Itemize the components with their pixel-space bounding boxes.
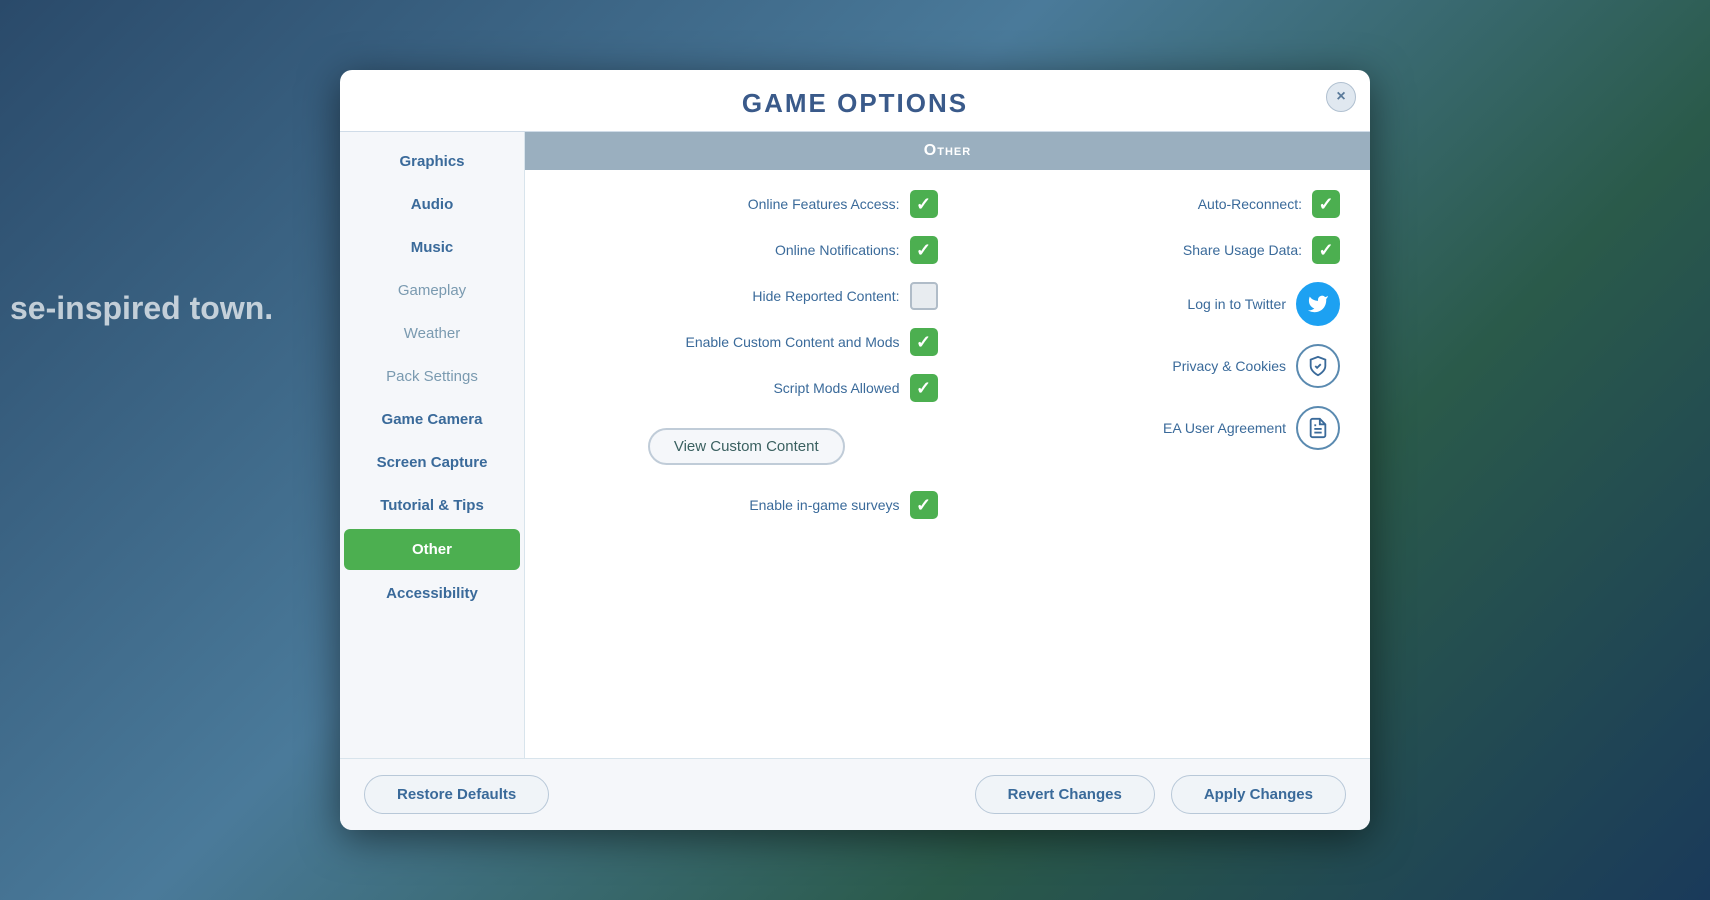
online-notifications-checkbox[interactable] (910, 236, 938, 264)
script-mods-label: Script Mods Allowed (773, 380, 899, 396)
enable-surveys-label: Enable in-game surveys (749, 497, 899, 513)
auto-reconnect-checkbox[interactable] (1312, 190, 1340, 218)
share-usage-checkbox[interactable] (1312, 236, 1340, 264)
content-header: Other (525, 132, 1370, 170)
game-options-modal: Game Options × Graphics Audio Music Game… (340, 70, 1370, 830)
apply-changes-button[interactable]: Apply Changes (1171, 775, 1346, 814)
enable-surveys-checkbox[interactable] (910, 491, 938, 519)
document-icon (1307, 417, 1329, 439)
online-notifications-label: Online Notifications: (775, 242, 900, 258)
enable-custom-mods-label: Enable Custom Content and Mods (685, 334, 899, 350)
log-twitter-label: Log in to Twitter (1187, 296, 1286, 312)
sidebar-item-pack-settings[interactable]: Pack Settings (344, 356, 520, 397)
option-row-online-features: Online Features Access: (555, 190, 938, 218)
option-row-enable-surveys: Enable in-game surveys (555, 491, 938, 519)
close-button[interactable]: × (1326, 82, 1356, 112)
sidebar-item-game-camera[interactable]: Game Camera (344, 399, 520, 440)
sidebar-item-weather[interactable]: Weather (344, 313, 520, 354)
modal-title: Game Options (742, 88, 968, 118)
footer-right-buttons: Revert Changes Apply Changes (975, 775, 1346, 814)
option-row-log-twitter: Log in to Twitter (958, 282, 1341, 326)
modal-overlay: Game Options × Graphics Audio Music Game… (0, 0, 1710, 900)
option-row-hide-reported: Hide Reported Content: (555, 282, 938, 310)
sidebar-item-audio[interactable]: Audio (344, 184, 520, 225)
option-row-auto-reconnect: Auto-Reconnect: (958, 190, 1341, 218)
script-mods-checkbox[interactable] (910, 374, 938, 402)
online-features-checkbox[interactable] (910, 190, 938, 218)
online-features-label: Online Features Access: (748, 196, 900, 212)
option-row-script-mods: Script Mods Allowed (555, 374, 938, 402)
enable-custom-mods-checkbox[interactable] (910, 328, 938, 356)
option-row-enable-custom-mods: Enable Custom Content and Mods (555, 328, 938, 356)
content-body: Online Features Access: Online Notificat… (525, 170, 1370, 758)
left-column: Online Features Access: Online Notificat… (555, 190, 938, 738)
share-usage-label: Share Usage Data: (1183, 242, 1302, 258)
privacy-cookies-label: Privacy & Cookies (1172, 358, 1286, 374)
sidebar-item-screen-capture[interactable]: Screen Capture (344, 442, 520, 483)
sidebar: Graphics Audio Music Gameplay Weather Pa… (340, 132, 525, 758)
option-row-online-notifications: Online Notifications: (555, 236, 938, 264)
twitter-button[interactable] (1296, 282, 1340, 326)
restore-defaults-button[interactable]: Restore Defaults (364, 775, 549, 814)
ea-agreement-button[interactable] (1296, 406, 1340, 450)
ea-agreement-label: EA User Agreement (1163, 420, 1286, 436)
revert-changes-button[interactable]: Revert Changes (975, 775, 1155, 814)
sidebar-item-other[interactable]: Other (344, 529, 520, 570)
hide-reported-checkbox[interactable] (910, 282, 938, 310)
modal-title-bar: Game Options × (340, 70, 1370, 131)
sidebar-item-music[interactable]: Music (344, 227, 520, 268)
option-row-share-usage: Share Usage Data: (958, 236, 1341, 264)
sidebar-item-gameplay[interactable]: Gameplay (344, 270, 520, 311)
privacy-cookies-button[interactable] (1296, 344, 1340, 388)
hide-reported-label: Hide Reported Content: (752, 288, 899, 304)
right-column: Auto-Reconnect: Share Usage Data: Log in… (958, 190, 1341, 738)
auto-reconnect-label: Auto-Reconnect: (1198, 196, 1302, 212)
sidebar-item-tutorial-tips[interactable]: Tutorial & Tips (344, 485, 520, 526)
sidebar-item-graphics[interactable]: Graphics (344, 141, 520, 182)
option-row-privacy-cookies: Privacy & Cookies (958, 344, 1341, 388)
shield-icon (1307, 355, 1329, 377)
sidebar-item-accessibility[interactable]: Accessibility (344, 573, 520, 614)
modal-body: Graphics Audio Music Gameplay Weather Pa… (340, 131, 1370, 758)
content-panel: Other Online Features Access: Online Not… (525, 132, 1370, 758)
twitter-icon (1307, 293, 1329, 315)
view-cc-wrapper: View Custom Content (555, 424, 938, 469)
modal-footer: Restore Defaults Revert Changes Apply Ch… (340, 758, 1370, 830)
option-row-ea-agreement: EA User Agreement (958, 406, 1341, 450)
view-custom-content-button[interactable]: View Custom Content (648, 428, 845, 465)
